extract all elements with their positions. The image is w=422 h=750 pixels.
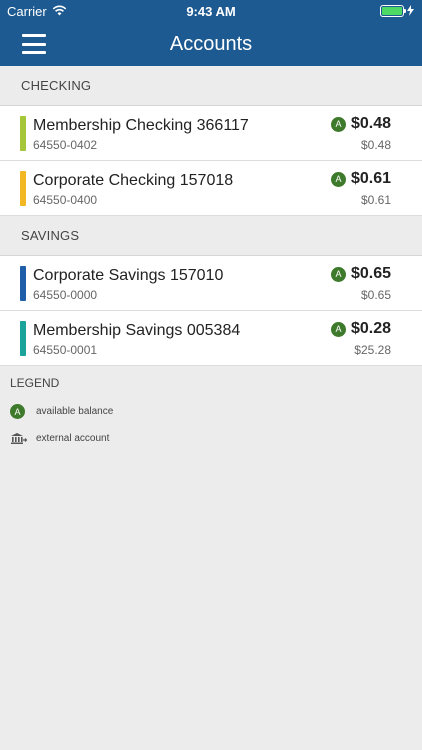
battery-icon [380,5,406,17]
account-row[interactable]: Corporate Savings 157010 64550-0000 A $0… [0,256,422,311]
current-balance-value: $0.61 [360,193,391,207]
account-name: Membership Checking 366117 [33,117,249,134]
status-bar: Carrier 9:43 AM [0,0,422,22]
account-number: 64550-0001 [33,343,98,357]
charging-icon [407,4,414,19]
available-balance: A $0.65 [330,265,391,283]
wifi-icon [52,4,67,19]
account-row[interactable]: Corporate Checking 157018 64550-0400 A $… [0,161,422,216]
available-balance: A $0.28 [330,320,391,338]
account-row[interactable]: Membership Checking 366117 64550-0402 A … [0,106,422,161]
available-badge-icon: A [330,266,346,282]
legend-item-external: external account [10,425,412,452]
legend: LEGEND A available balance external acco… [0,366,422,462]
account-color-bar [20,321,26,356]
hamburger-icon-line [22,42,46,46]
nav-bar: Accounts [0,22,422,66]
available-balance-value: $0.61 [350,170,391,187]
menu-button[interactable] [22,34,46,54]
legend-label: available balance [36,406,114,417]
status-right [380,4,414,19]
account-name: Corporate Checking 157018 [33,172,234,189]
legend-item-available: A available balance [10,398,412,425]
account-number: 64550-0402 [33,138,98,152]
current-balance-value: $0.48 [360,138,391,152]
available-badge-icon: A [330,321,346,337]
available-balance: A $0.61 [330,170,391,188]
section-header-savings: SAVINGS [0,216,422,256]
hamburger-icon-line [22,34,46,37]
accounts-list: CHECKING Membership Checking 366117 6455… [0,66,422,462]
available-balance: A $0.48 [330,115,391,133]
account-name: Membership Savings 005384 [33,322,241,339]
account-row[interactable]: Membership Savings 005384 64550-0001 A $… [0,311,422,366]
available-badge-icon: A [10,404,25,419]
status-left: Carrier [7,4,67,19]
account-number: 64550-0400 [33,193,98,207]
available-badge-icon: A [330,171,346,187]
legend-title: LEGEND [10,376,60,390]
current-balance-value: $0.65 [360,288,391,302]
account-number: 64550-0000 [33,288,98,302]
page-title: Accounts [169,32,253,55]
account-color-bar [20,171,26,206]
available-balance-value: $0.65 [350,265,391,282]
account-color-bar [20,266,26,301]
account-color-bar [20,116,26,151]
section-header-checking: CHECKING [0,66,422,106]
carrier-label: Carrier [7,3,47,19]
bank-icon [10,432,36,445]
hamburger-icon-line [22,51,46,54]
current-balance-value: $25.28 [354,343,391,357]
available-balance-value: $0.48 [350,115,391,132]
account-name: Corporate Savings 157010 [33,267,224,284]
legend-label: external account [36,433,110,444]
available-badge-icon: A [330,116,346,132]
available-balance-value: $0.28 [350,320,391,337]
